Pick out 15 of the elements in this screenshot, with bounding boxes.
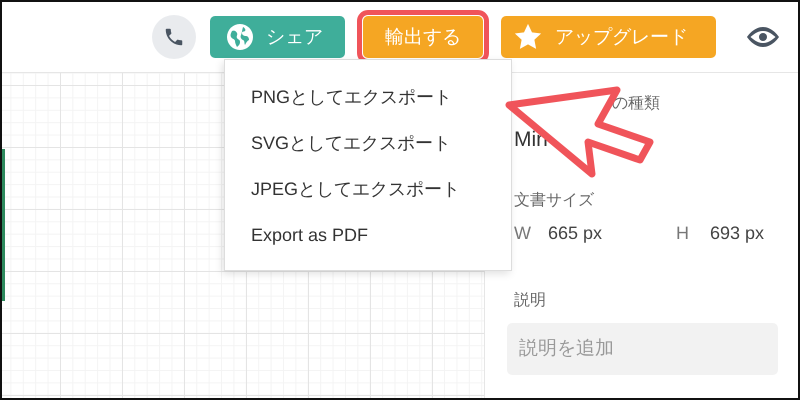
description-field[interactable]: 説明を追加	[507, 323, 778, 375]
menu-item[interactable]: JPEGとしてエクスポート	[225, 166, 511, 212]
menu-item[interactable]: PNGとしてエクスポート	[225, 74, 511, 120]
height-value: 693 px	[710, 223, 764, 244]
height-label: H	[676, 223, 690, 244]
globe-icon	[226, 23, 254, 51]
section-label: 説明	[514, 290, 547, 311]
menu-item[interactable]: SVGとしてエクスポート	[225, 120, 511, 166]
menu-item[interactable]: Export as PDF	[225, 212, 511, 258]
width-label: W	[514, 223, 532, 244]
section-label: 文書サイズ	[514, 190, 595, 211]
eye-icon[interactable]	[746, 26, 780, 48]
call-button[interactable]	[152, 15, 196, 59]
width-value: 665 px	[548, 223, 604, 244]
phone-icon	[163, 26, 185, 48]
